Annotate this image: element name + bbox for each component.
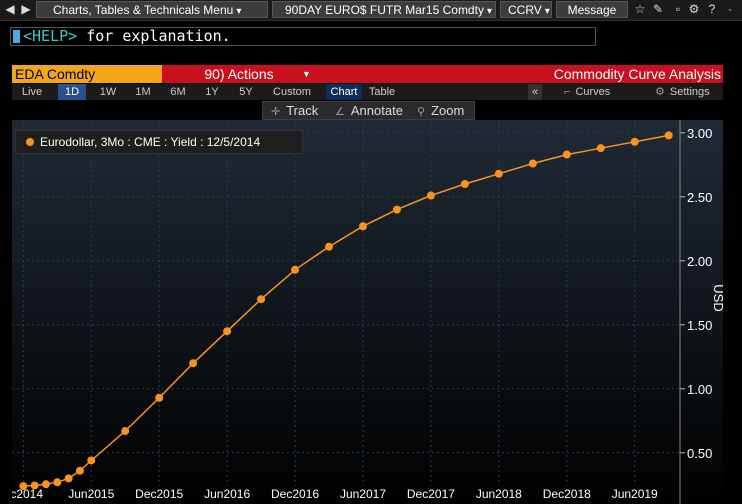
collapse-panel-button[interactable]: « [528,84,542,100]
data-point[interactable] [325,242,334,251]
function-dropdown[interactable]: CCRV [500,1,552,18]
actions-menu[interactable]: 90) Actions [164,65,314,83]
data-point[interactable] [257,295,266,304]
help-explanation-text: for explanation. [77,27,231,45]
x-tick-label: Dec2017 [407,487,455,501]
period-tab-1d[interactable]: 1D [58,84,86,100]
data-point[interactable] [630,137,639,146]
data-point[interactable] [87,456,96,465]
cursor [13,30,20,43]
data-point[interactable] [19,482,28,491]
settings-icon[interactable]: ⚙ [686,1,702,18]
data-point[interactable] [426,191,435,200]
data-point[interactable] [291,265,300,274]
menu-dropdown[interactable]: Charts, Tables & Technicals Menu [36,1,268,18]
y-axis-label: USD [711,284,723,311]
x-tick-label: ec2014 [12,487,43,501]
data-point[interactable] [30,481,39,490]
period-tab-1m[interactable]: 1M [129,84,157,100]
curves-button[interactable]: ⌐ Curves [564,84,610,100]
data-point[interactable] [528,159,537,168]
y-tick-label: 2.00 [687,254,712,269]
y-tick-label: 0.50 [687,446,712,461]
data-point[interactable] [664,131,673,140]
tab-table[interactable]: Table [364,84,400,100]
x-tick-label: Dec2018 [543,487,591,501]
settings-button[interactable]: ⚙ Settings [655,84,710,100]
data-point[interactable] [596,144,605,153]
data-point[interactable] [41,480,50,489]
period-tab-1w[interactable]: 1W [94,84,122,100]
chart-tools: ✛ Track ∠ Annotate ⚲ Zoom [262,101,475,120]
annotate-label: Annotate [350,103,403,118]
period-tab-live[interactable]: Live [18,84,46,100]
back-arrow-icon[interactable]: ◀ [2,1,18,18]
period-tab-6m[interactable]: 6M [164,84,192,100]
zoom-label: Zoom [431,103,465,118]
data-point[interactable] [392,205,401,214]
x-tick-label: Dec2016 [271,487,319,501]
more-icon[interactable]: · [722,1,738,18]
y-tick-label: 1.00 [687,382,712,397]
zoom-tool[interactable]: ⚲ Zoom [417,102,464,121]
y-tick-label: 2.50 [687,190,712,205]
legend-series-marker [26,138,34,146]
x-tick-label: Jun2019 [612,487,658,501]
y-tick-label: 3.00 [687,126,712,141]
gear-icon: ⚙ [655,86,665,98]
data-point[interactable] [155,393,164,402]
legend-series-label: Eurodollar, 3Mo : CME : Yield : 12/5/201… [40,135,261,149]
period-tab-5y[interactable]: 5Y [232,84,260,100]
curves-icon: ⌐ [564,86,571,98]
x-tick-label: Jun2016 [204,487,250,501]
x-tick-label: Dec2015 [135,487,183,501]
data-point[interactable] [358,222,367,231]
top-toolbar: ◀ ▶ Charts, Tables & Technicals Menu 90D… [0,0,742,21]
ticker-input[interactable]: EDA Comdty [12,65,162,83]
x-tick-label: Jun2017 [340,487,386,501]
track-tool[interactable]: ✛ Track [271,102,318,121]
command-text: <HELP> for explanation. [23,28,231,45]
function-title: Commodity Curve Analysis [553,66,721,82]
data-point[interactable] [53,478,62,487]
help-icon[interactable]: ? [704,1,720,18]
star-icon[interactable]: ☆ [632,1,648,18]
pin-icon[interactable]: ✎ [650,1,666,18]
window-icon[interactable]: ▫ [670,1,686,18]
data-point[interactable] [121,427,130,436]
period-tab-1y[interactable]: 1Y [198,84,226,100]
crosshair-icon: ✛ [271,106,281,118]
pencil-icon: ∠ [335,106,345,118]
curves-label: Curves [575,86,611,98]
message-button[interactable]: Message [556,1,628,18]
y-tick-label: 1.50 [687,318,712,333]
data-point[interactable] [75,466,84,475]
x-tick-label: Jun2018 [476,487,522,501]
settings-label: Settings [669,86,710,98]
data-point[interactable] [223,327,232,336]
annotate-tool[interactable]: ∠ Annotate [335,102,403,121]
tab-chart[interactable]: Chart [326,84,362,100]
command-line[interactable]: <HELP> for explanation. [10,27,596,46]
forward-arrow-icon[interactable]: ▶ [18,1,34,18]
magnifier-icon: ⚲ [417,106,426,118]
help-key-text: <HELP> [23,27,78,45]
chart-legend[interactable]: Eurodollar, 3Mo : CME : Yield : 12/5/201… [15,130,303,154]
period-tab-custom[interactable]: Custom [268,84,316,100]
data-point[interactable] [494,169,503,178]
data-point[interactable] [460,180,469,188]
track-label: Track [286,103,319,118]
actions-dropdown-arrow-icon[interactable]: ▼ [302,65,311,83]
period-tab-bar: Live 1D 1W 1M 6M 1Y 5Y Custom Chart Tabl… [12,84,723,100]
x-tick-label: Jun2015 [68,487,114,501]
data-point[interactable] [562,150,571,159]
data-point[interactable] [64,474,73,483]
curve-chart[interactable]: 0.50 1.00 1.50 2.00 2.50 3.00 ec2014 Jun2015 De… [12,120,723,504]
security-dropdown[interactable]: 90DAY EURO$ FUTR Mar15 Comdty [272,1,496,18]
function-header: EDA Comdty 90) Actions ▼ Commodity Curve… [12,65,723,83]
chart-background [12,120,723,504]
data-point[interactable] [189,359,198,368]
